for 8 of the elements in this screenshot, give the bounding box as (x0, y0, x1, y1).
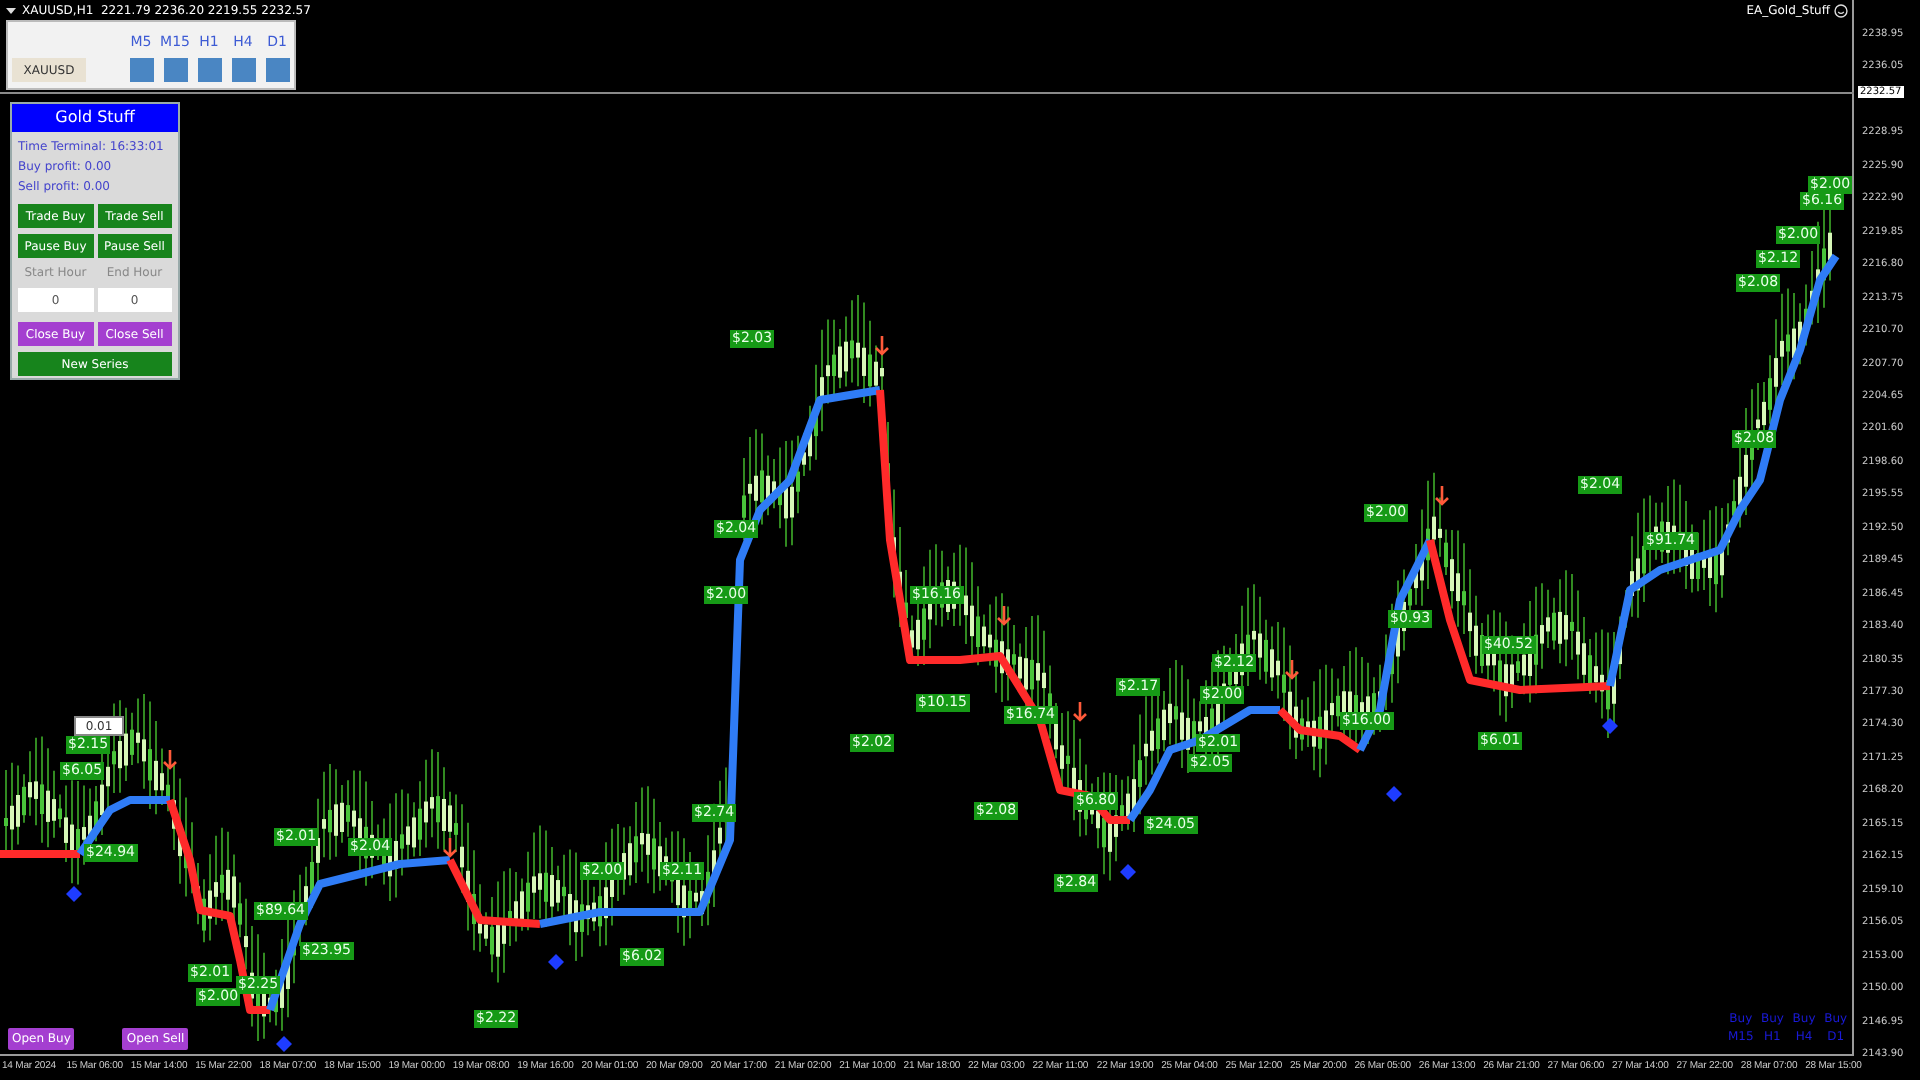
smiley-icon (1834, 4, 1848, 18)
timeframe-button[interactable] (197, 58, 221, 82)
timeframe-button[interactable] (129, 58, 153, 82)
menu-icon[interactable] (6, 6, 16, 16)
panel-title: Gold Stuff (12, 104, 178, 132)
timeframe-button[interactable] (163, 58, 187, 82)
timeframe-button[interactable] (231, 58, 255, 82)
timeframe-button[interactable] (265, 58, 289, 82)
